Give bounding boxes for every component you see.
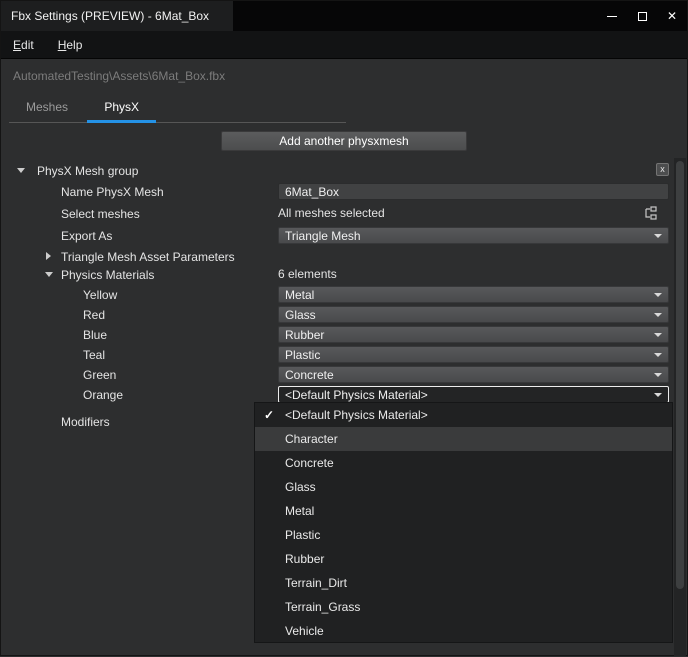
dropdown-item-vehicle[interactable]: Vehicle [255, 619, 672, 643]
dropdown-item-label: Terrain_Dirt [285, 576, 348, 590]
dropdown-item-label: Glass [285, 480, 316, 494]
scrollbar-thumb[interactable] [676, 161, 684, 589]
dropdown-item-label: Rubber [285, 552, 325, 566]
dropdown-item-label: Character [285, 432, 338, 446]
chevron-down-icon [654, 332, 662, 337]
tab-meshes[interactable]: Meshes [26, 91, 68, 121]
material-label: Red [83, 308, 106, 322]
file-path-label: AutomatedTesting\Assets\6Mat_Box.fbx [13, 69, 226, 83]
vertical-scrollbar[interactable] [674, 158, 686, 656]
material-combobox-yellow[interactable]: Metal [278, 286, 669, 303]
material-combobox-orange[interactable]: <Default Physics Material> [278, 386, 669, 403]
combobox-value: Concrete [285, 367, 334, 382]
hierarchy-icon[interactable] [643, 206, 657, 220]
add-physxmesh-button[interactable]: Add another physxmesh [221, 131, 467, 151]
select-meshes-row: Select meshes All meshes selected [1, 204, 687, 224]
collapse-arrow-icon[interactable] [17, 168, 25, 173]
dropdown-item-label: Plastic [285, 528, 321, 542]
material-combobox-blue[interactable]: Rubber [278, 326, 669, 343]
modifiers-label: Modifiers [61, 415, 110, 429]
tab-physx[interactable]: PhysX [104, 91, 139, 121]
combobox-value: Glass [285, 307, 316, 322]
export-as-label: Export As [61, 229, 113, 243]
material-row-green: Green Concrete [1, 365, 687, 385]
window-controls: ✕ [597, 1, 687, 31]
material-row-red: Red Glass [1, 305, 687, 325]
dropdown-item-character[interactable]: Character [255, 427, 672, 451]
group-header-row: PhysX Mesh group x [1, 161, 687, 181]
menu-edit[interactable]: Edit [1, 31, 46, 58]
menu-help[interactable]: Help [46, 31, 95, 58]
triangle-params-label: Triangle Mesh Asset Parameters [61, 250, 235, 264]
meshes-selected-value: All meshes selected [278, 206, 385, 220]
tab-underline [9, 122, 346, 123]
dropdown-item-plastic[interactable]: Plastic [255, 523, 672, 547]
combobox-value: Rubber [285, 327, 325, 342]
toolbar: Add another physxmesh [1, 123, 687, 159]
chevron-down-icon [654, 392, 662, 397]
combobox-value: Plastic [285, 347, 321, 362]
dropdown-item-label: Terrain_Grass [285, 600, 361, 614]
group-title: PhysX Mesh group [37, 164, 139, 178]
active-tab-indicator [87, 120, 156, 123]
expand-arrow-icon[interactable] [46, 252, 51, 260]
dropdown-item-default[interactable]: ✓ <Default Physics Material> [255, 403, 672, 427]
menubar: Edit Help [1, 31, 687, 59]
mesh-name-input[interactable] [278, 183, 669, 200]
material-combobox-green[interactable]: Concrete [278, 366, 669, 383]
materials-count: 6 elements [278, 267, 337, 281]
close-button[interactable]: ✕ [657, 1, 687, 31]
name-row: Name PhysX Mesh [1, 182, 687, 202]
checkmark-icon: ✓ [264, 408, 275, 422]
maximize-icon [637, 11, 647, 21]
maximize-button[interactable] [627, 1, 657, 31]
material-row-yellow: Yellow Metal [1, 285, 687, 305]
material-dropdown-popup: ✓ <Default Physics Material> Character C… [254, 402, 673, 643]
dropdown-item-label: <Default Physics Material> [285, 408, 428, 422]
material-row-blue: Blue Rubber [1, 325, 687, 345]
material-label: Yellow [83, 288, 118, 302]
material-label: Orange [83, 388, 124, 402]
material-label: Teal [83, 348, 106, 362]
material-label: Green [83, 368, 117, 382]
chevron-down-icon [654, 372, 662, 377]
dropdown-item-label: Vehicle [285, 624, 324, 638]
dropdown-item-rubber[interactable]: Rubber [255, 547, 672, 571]
select-meshes-label: Select meshes [61, 207, 140, 221]
export-as-row: Export As Triangle Mesh [1, 226, 687, 246]
dropdown-item-glass[interactable]: Glass [255, 475, 672, 499]
physics-materials-row: Physics Materials 6 elements [1, 265, 687, 285]
triangle-params-row: Triangle Mesh Asset Parameters [1, 247, 687, 267]
titlebar: Fbx Settings (PREVIEW) - 6Mat_Box ✕ [1, 1, 687, 31]
chevron-down-icon [654, 352, 662, 357]
dropdown-item-metal[interactable]: Metal [255, 499, 672, 523]
name-label: Name PhysX Mesh [61, 185, 164, 199]
dropdown-item-terrain-dirt[interactable]: Terrain_Dirt [255, 571, 672, 595]
chevron-down-icon [654, 233, 662, 238]
material-combobox-red[interactable]: Glass [278, 306, 669, 323]
chevron-down-icon [654, 312, 662, 317]
close-icon: ✕ [666, 9, 678, 23]
chevron-down-icon [654, 292, 662, 297]
fbx-settings-window: Fbx Settings (PREVIEW) - 6Mat_Box ✕ Edit… [0, 0, 688, 656]
material-label: Blue [83, 328, 108, 342]
remove-group-button[interactable]: x [656, 163, 669, 176]
minimize-icon [607, 15, 617, 17]
window-title: Fbx Settings (PREVIEW) - 6Mat_Box [1, 1, 233, 31]
export-as-combobox[interactable]: Triangle Mesh [278, 227, 669, 244]
dropdown-item-label: Concrete [285, 456, 334, 470]
dropdown-item-terrain-grass[interactable]: Terrain_Grass [255, 595, 672, 619]
minimize-button[interactable] [597, 1, 627, 31]
physics-materials-label: Physics Materials [61, 268, 155, 282]
material-combobox-teal[interactable]: Plastic [278, 346, 669, 363]
combobox-value: Metal [285, 287, 315, 302]
collapse-arrow-icon[interactable] [45, 272, 53, 277]
combobox-value: Triangle Mesh [285, 228, 361, 243]
tab-bar: Meshes PhysX [1, 91, 687, 123]
combobox-value: <Default Physics Material> [285, 387, 428, 402]
dropdown-item-label: Metal [285, 504, 315, 518]
dropdown-item-concrete[interactable]: Concrete [255, 451, 672, 475]
material-row-teal: Teal Plastic [1, 345, 687, 365]
